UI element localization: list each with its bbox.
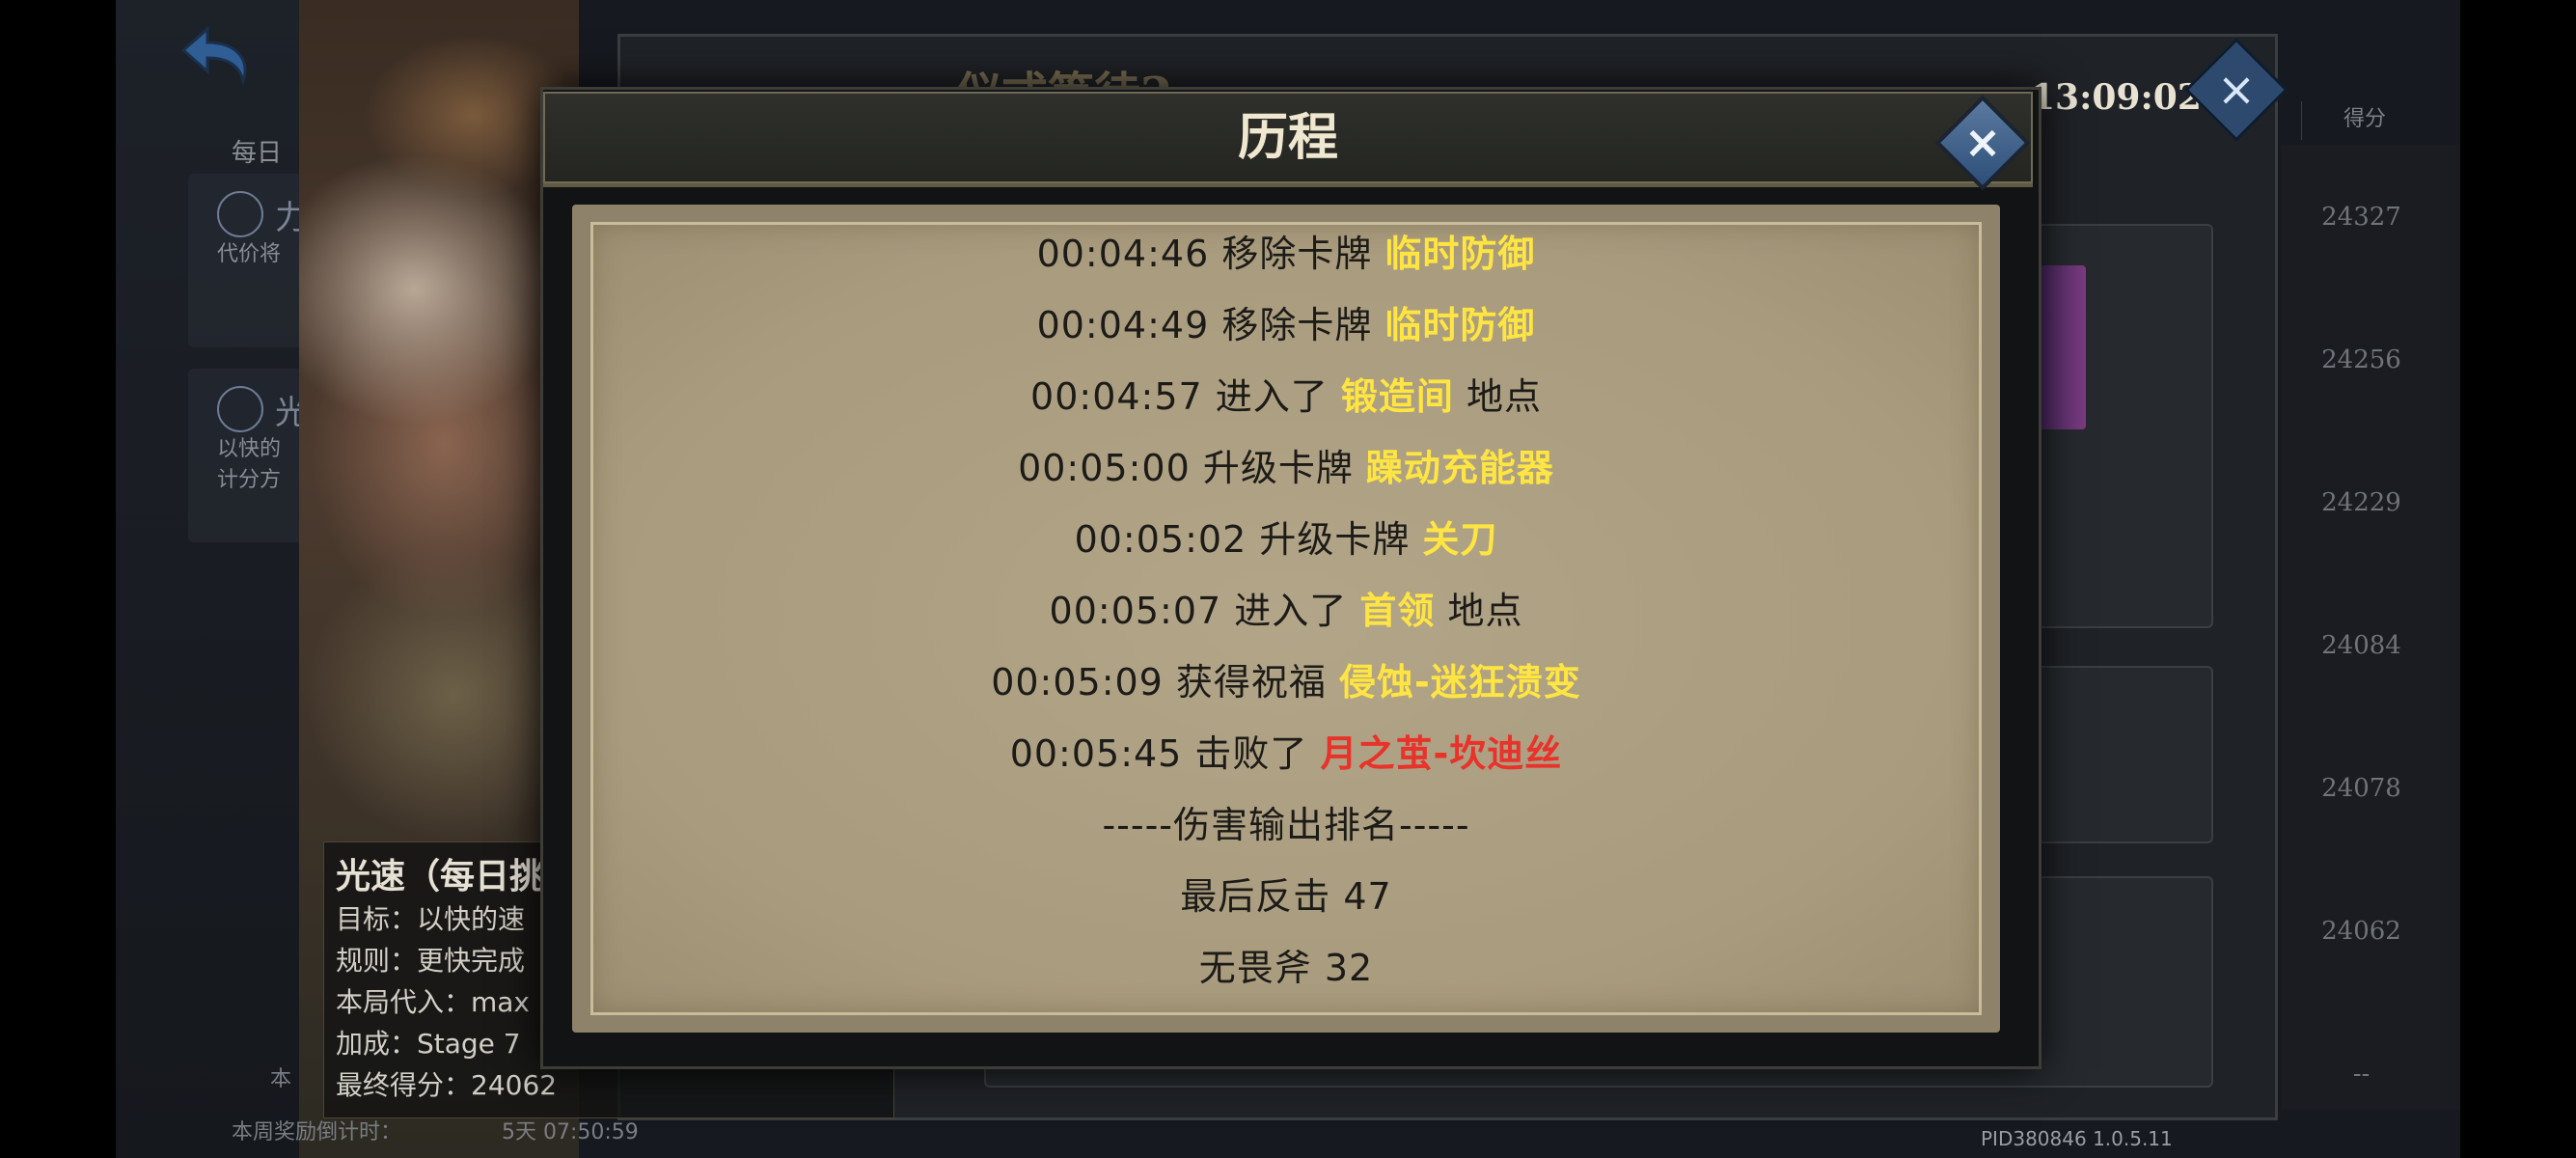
version-text: PID380846 1.0.5.11	[1981, 1127, 2173, 1150]
score-row[interactable]: --	[2296, 1011, 2426, 1146]
close-icon: ×	[2216, 63, 2257, 117]
rules-title: 光速（每日挑	[336, 856, 545, 896]
close-icon[interactable]: ×	[1949, 109, 2016, 177]
score-header: 得分	[2301, 101, 2427, 140]
back-arrow-icon[interactable]	[164, 21, 260, 89]
rules-line: 目标：以快的速	[336, 903, 526, 935]
rules-line: 加成：Stage 7	[336, 1028, 521, 1060]
mode-desc: 代价将	[217, 242, 282, 266]
score-row[interactable]: 24256	[2296, 297, 2426, 432]
log-line: 00:05:45 击败了 月之茧-坎迪丝	[1009, 732, 1563, 775]
damage-ranking-entry: 最后反击 47	[1180, 875, 1392, 918]
score-row[interactable]: 24062	[2296, 868, 2426, 1004]
score-row[interactable]: 24229	[2296, 440, 2426, 575]
log-line: 00:05:02 升级卡牌 关刀	[1074, 518, 1498, 561]
ben-label: 本	[270, 1067, 292, 1091]
rules-line: 最终得分：24062	[336, 1069, 558, 1101]
mode-desc: 以快的 计分方	[217, 437, 282, 492]
damage-ranking-entry: 无畏斧 32	[1198, 947, 1374, 989]
mode-icon	[217, 386, 263, 432]
log-line: 00:05:07 进入了 首领 地点	[1049, 590, 1523, 632]
log-line: 00:05:09 获得祝福 侵蚀-迷狂溃变	[991, 661, 1581, 703]
weekly-reward-timer: 5天 07:50:59	[502, 1120, 639, 1144]
log-line: 00:04:46 移除卡牌 临时防御	[1036, 233, 1536, 275]
card-thumbnail	[2036, 265, 2086, 429]
mode-icon	[217, 191, 263, 237]
rules-line: 规则：更快完成	[336, 945, 526, 977]
damage-ranking-header: -----伤害输出排名-----	[1102, 804, 1470, 846]
score-row[interactable]: 24327	[2296, 154, 2426, 290]
weekly-reward-label: 本周奖励倒计时：	[232, 1120, 402, 1144]
score-row[interactable]: 24078	[2296, 726, 2426, 861]
log-line: 00:05:00 升级卡牌 躁动充能器	[1018, 447, 1554, 489]
countdown-timer: 13:09:02	[2031, 77, 2202, 118]
daily-label: 每日	[232, 139, 283, 168]
score-row[interactable]: 24084	[2296, 583, 2426, 718]
modal-title: 历程	[1237, 108, 1338, 167]
log-line: 00:04:49 移除卡牌 临时防御	[1036, 304, 1536, 346]
log-line: 00:04:57 进入了 锻造间 地点	[1030, 375, 1542, 418]
rules-line: 本局代入：max	[336, 986, 531, 1018]
